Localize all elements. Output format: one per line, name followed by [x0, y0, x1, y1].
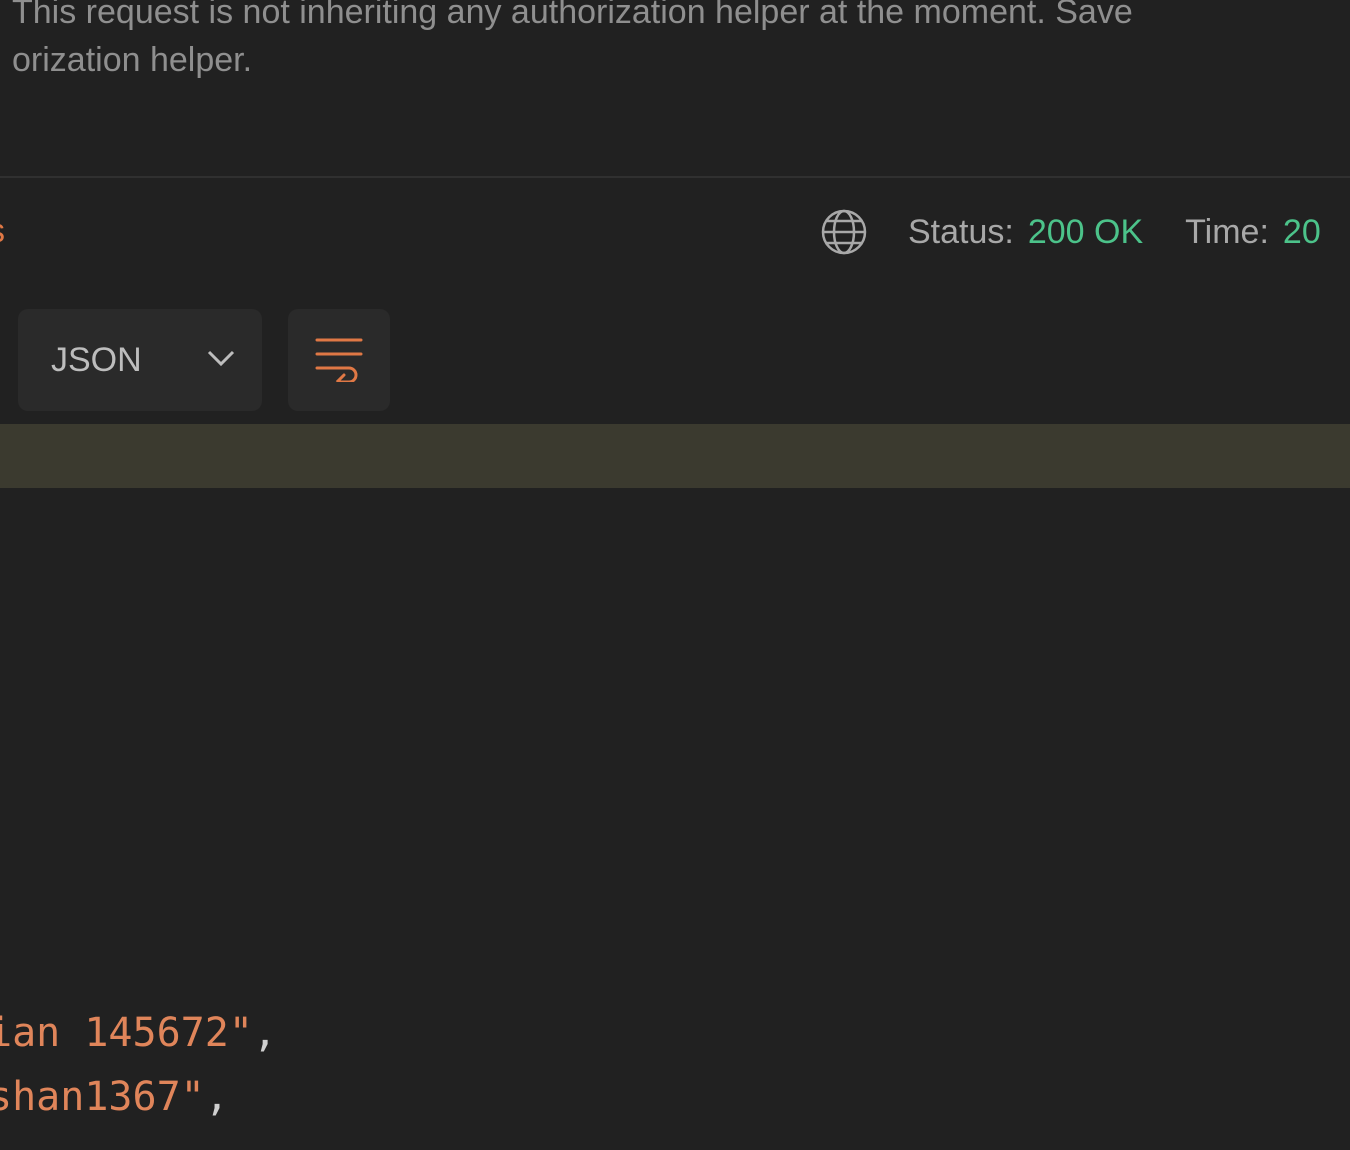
wrap-lines-icon	[313, 334, 365, 387]
code-string: shan1367"	[0, 1074, 205, 1120]
globe-icon[interactable]	[820, 208, 868, 256]
auth-notice-line1: This request is not inheriting any autho…	[12, 0, 1133, 31]
auth-notice-line2: orization helper.	[12, 41, 253, 79]
code-punctuation: ,	[204, 1074, 229, 1120]
section-divider	[0, 176, 1350, 178]
wrap-lines-button[interactable]	[288, 309, 390, 411]
code-string: ian 145672"	[0, 1010, 253, 1056]
response-tab-fragment[interactable]: s	[0, 212, 5, 251]
time-label: Time:	[1185, 212, 1269, 251]
time-value[interactable]: 20	[1283, 213, 1321, 252]
status-label: Status:	[908, 212, 1014, 251]
status-value[interactable]: 200 OK	[1028, 213, 1143, 252]
format-select[interactable]: JSON	[18, 309, 262, 411]
auth-notice: This request is not inheriting any autho…	[12, 0, 1133, 84]
chevron-down-icon	[204, 345, 238, 371]
code-punctuation: ,	[252, 1010, 277, 1056]
code-line: ian 145672",	[0, 1010, 277, 1056]
format-select-label: JSON	[51, 340, 142, 379]
code-line: shan1367",	[0, 1074, 229, 1120]
response-status-bar: Status: 200 OK Time: 20	[820, 206, 1321, 258]
highlighted-line	[0, 424, 1350, 488]
